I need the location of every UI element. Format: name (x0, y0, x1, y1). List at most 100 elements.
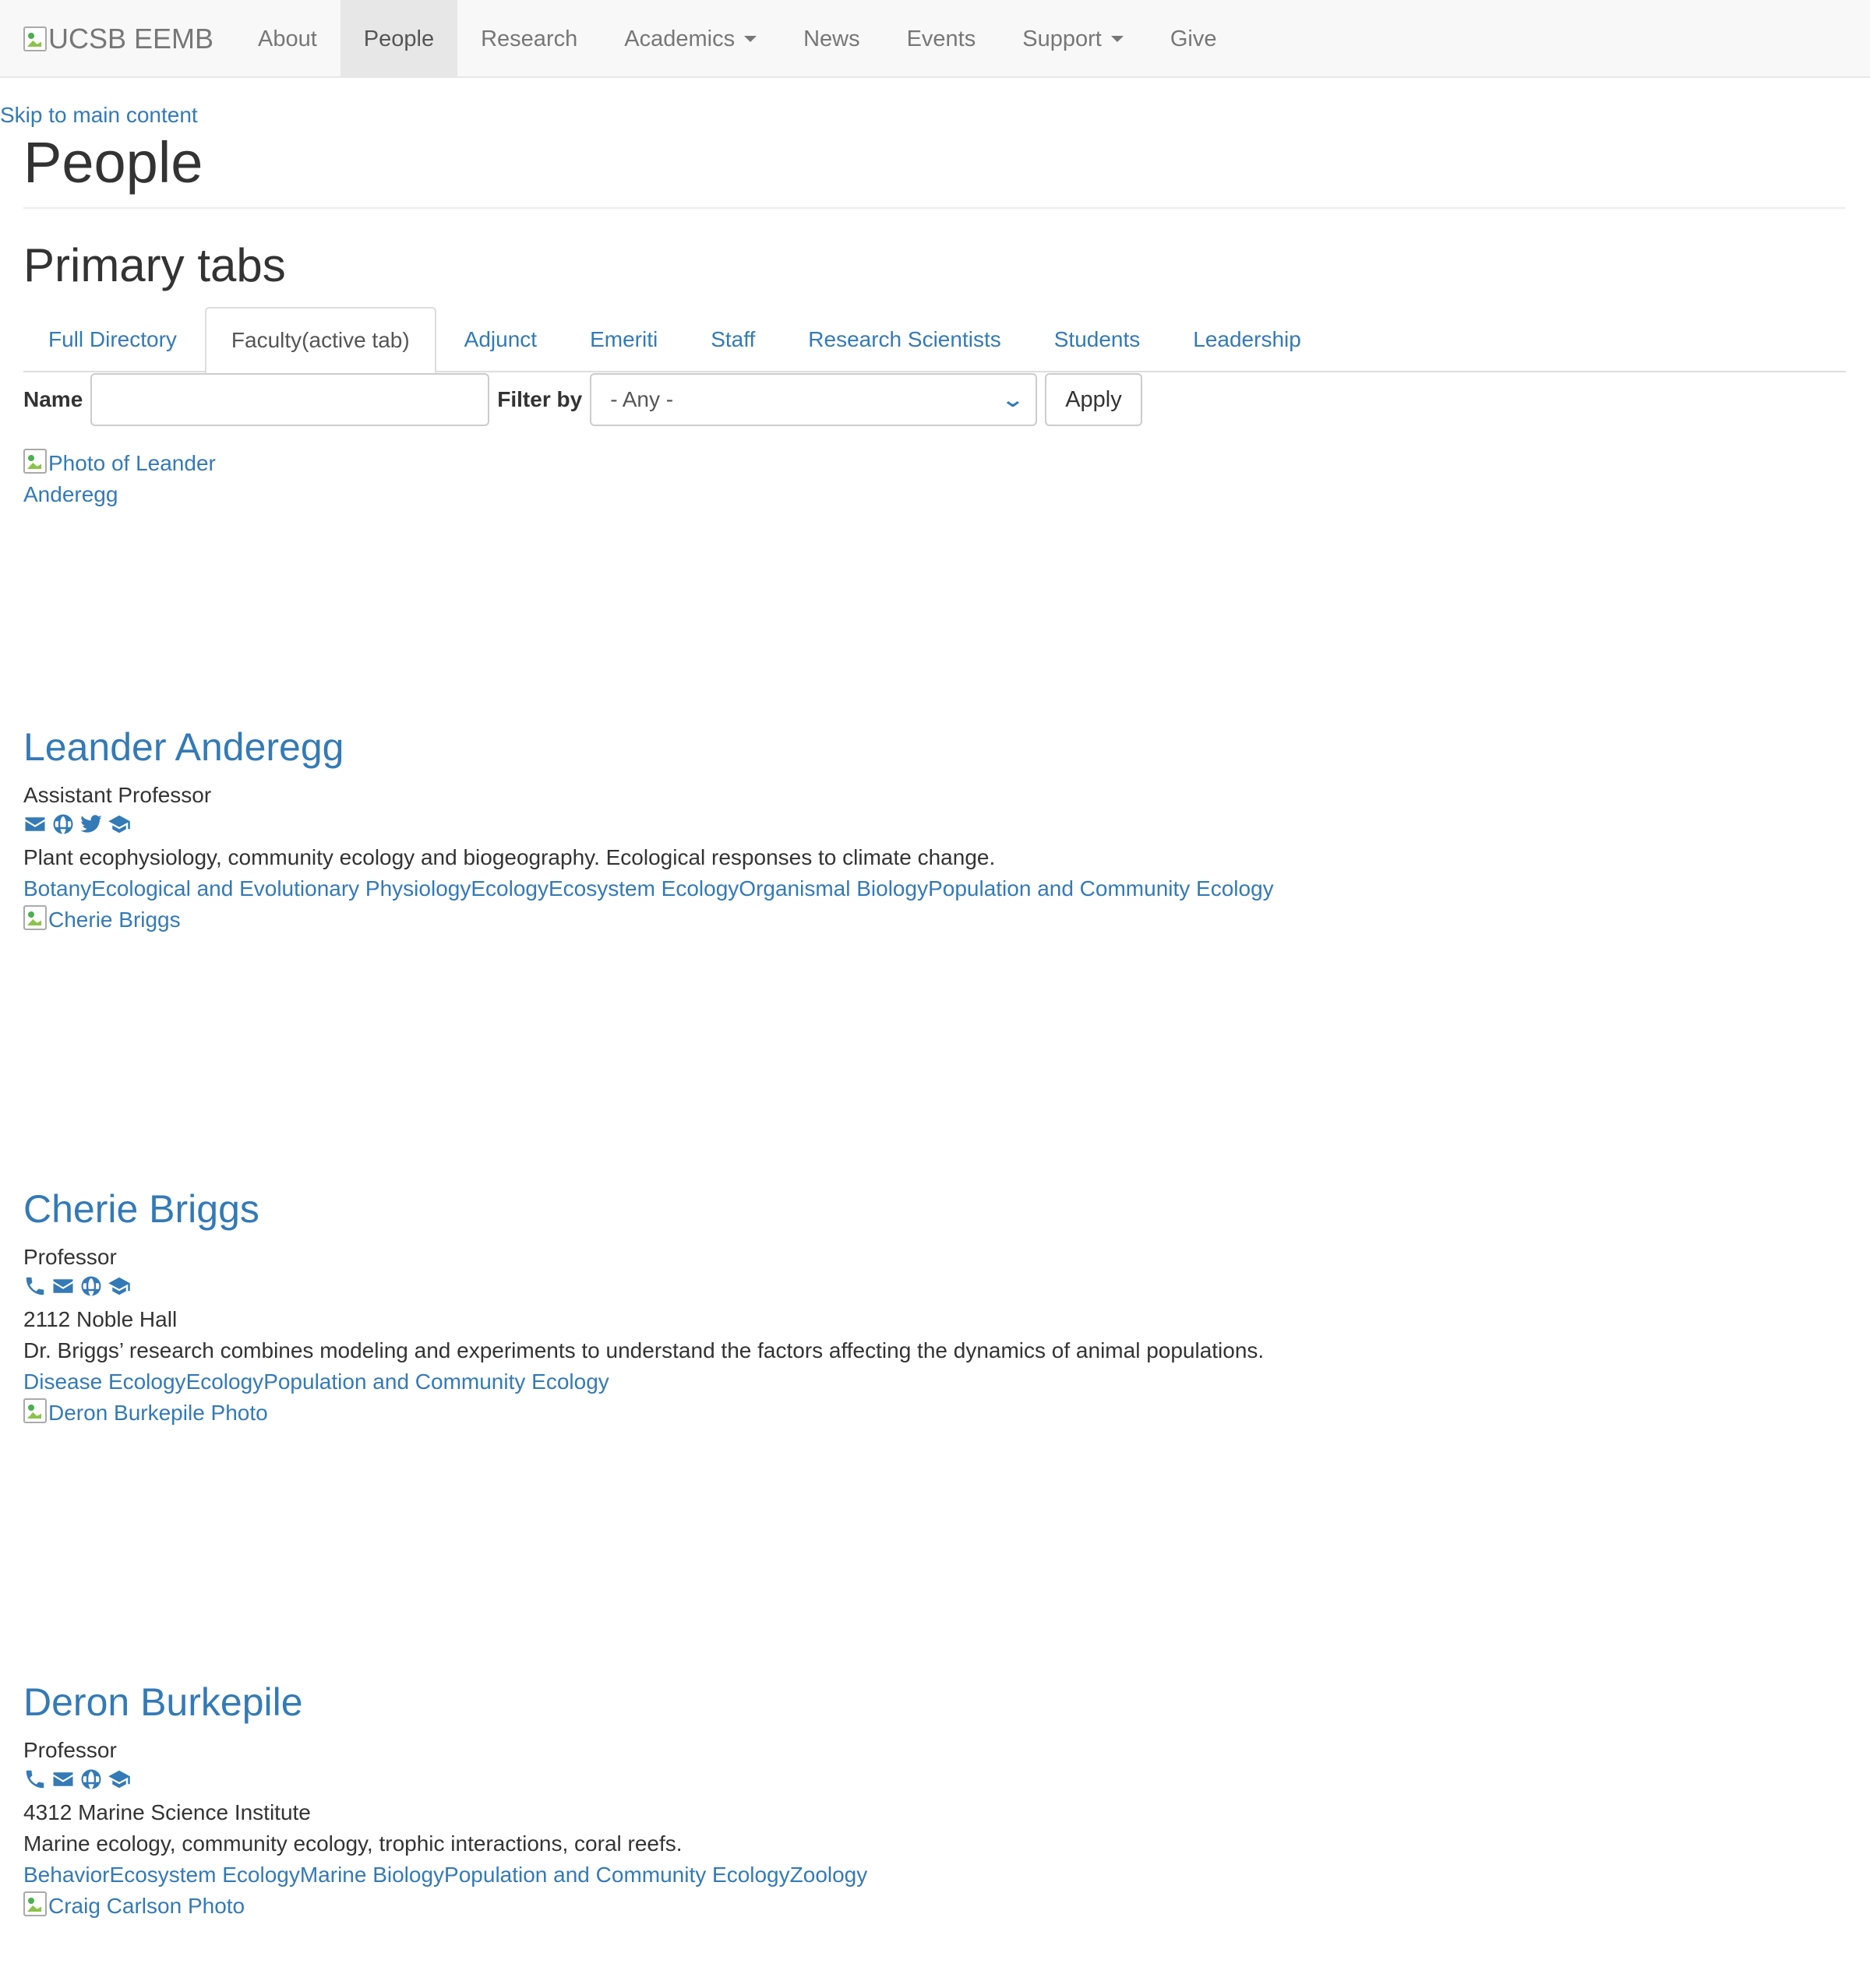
person-name-link[interactable]: Cherie Briggs (23, 1187, 259, 1231)
nav-give[interactable]: Give (1147, 0, 1240, 78)
skip-to-main-link[interactable]: Skip to main content (0, 103, 198, 128)
apply-button[interactable]: Apply (1045, 373, 1142, 426)
broken-image-icon (23, 449, 47, 474)
person-title: Professor (23, 1738, 117, 1762)
tab-adjunct[interactable]: Adjunct (439, 307, 562, 372)
nav-people-label: People (363, 26, 435, 51)
nav-news-label: News (803, 26, 860, 51)
phone-icon[interactable] (23, 1768, 47, 1796)
person-description: Marine ecology, community ecology, troph… (23, 1831, 683, 1856)
research-tag-link[interactable]: Disease Ecology (23, 1369, 186, 1394)
nav-news[interactable]: News (780, 0, 884, 78)
research-tag-link[interactable]: Behavior (23, 1863, 110, 1887)
broken-image-icon (23, 905, 47, 930)
research-tag-link[interactable]: Marine Biology (300, 1863, 444, 1887)
research-tag-link[interactable]: Population and Community Ecology (444, 1863, 790, 1887)
top-navbar: UCSB EEMB About People Research Academic… (0, 0, 1870, 78)
name-label: Name (23, 387, 83, 411)
research-tag-link[interactable]: Organismal Biology (739, 876, 928, 901)
research-tag-link[interactable]: Ecological and Evolutionary Physiology (91, 876, 471, 901)
person-photo-link[interactable]: Deron Burkepile Photo (23, 1398, 1264, 1429)
globe-icon[interactable] (79, 1274, 103, 1303)
brand-logo-alt-text: UCSB EEMB (48, 23, 214, 55)
primary-tabs: Full Directory Faculty(active tab) Adjun… (23, 307, 1846, 374)
person-research-tags: BehaviorEcosystem EcologyMarine BiologyP… (23, 1859, 867, 1891)
person-details: Deron Burkepile Professor 4312 Marine Sc… (23, 1681, 867, 1922)
person-address: 2112 Noble Hall (23, 1307, 178, 1331)
person-research-tags: Disease EcologyEcologyPopulation and Com… (23, 1366, 1264, 1398)
nav-about-label: About (258, 26, 317, 51)
research-tag-link[interactable]: Zoology (790, 1863, 868, 1887)
filter-by-label: Filter by (497, 387, 583, 411)
caret-down-icon (1110, 36, 1124, 42)
person-description: Dr. Briggs’ research combines modeling a… (23, 1338, 1265, 1362)
twitter-icon[interactable] (79, 812, 103, 841)
graduation-cap-icon[interactable] (108, 1274, 131, 1303)
nav-academics-label: Academics (624, 26, 736, 51)
name-search-input[interactable] (90, 373, 490, 426)
graduation-cap-icon[interactable] (108, 812, 131, 841)
tab-full-directory[interactable]: Full Directory (23, 307, 202, 372)
chevron-down-icon: ⌄ (1001, 387, 1025, 411)
person-card: Photo of Leander Anderegg (23, 448, 1582, 510)
nav-people[interactable]: People (340, 0, 458, 78)
person-photo-alt: Photo of Leander Anderegg (23, 451, 216, 506)
globe-icon[interactable] (79, 1768, 103, 1796)
brand-logo-link[interactable]: UCSB EEMB (23, 0, 213, 78)
nav-research-label: Research (481, 26, 578, 51)
filter-form: Name Filter by - Any - ⌄ Apply (23, 372, 1142, 427)
title-divider (23, 207, 1846, 209)
person-details: Cherie Briggs Professor 2112 Noble Hall … (23, 1188, 1264, 1429)
person-contact-icons (23, 1273, 1264, 1304)
person-photo-alt: Deron Burkepile Photo (48, 1401, 268, 1425)
person-name-link[interactable]: Deron Burkepile (23, 1680, 303, 1724)
tab-emeriti[interactable]: Emeriti (565, 307, 683, 372)
phone-icon[interactable] (23, 1274, 47, 1303)
person-address: 4312 Marine Science Institute (23, 1800, 311, 1824)
person-contact-icons (23, 811, 1274, 842)
person-name-link[interactable]: Leander Anderegg (23, 725, 344, 769)
person-name-heading: Cherie Briggs (23, 1188, 1264, 1231)
broken-image-icon (23, 1398, 47, 1423)
page-title: People (23, 130, 203, 195)
person-photo-alt: Craig Carlson Photo (48, 1894, 245, 1918)
primary-tabs-heading: Primary tabs (23, 239, 286, 291)
globe-icon[interactable] (51, 812, 75, 841)
research-tag-link[interactable]: Ecology (186, 1369, 264, 1394)
filter-by-select[interactable]: - Any - ⌄ (590, 373, 1038, 426)
person-photo-link[interactable]: Craig Carlson Photo (23, 1891, 867, 1922)
nav-academics-dropdown[interactable]: Academics (601, 0, 780, 78)
email-icon[interactable] (51, 1274, 75, 1303)
graduation-cap-icon[interactable] (108, 1768, 131, 1796)
nav-support-label: Support (1022, 26, 1102, 51)
nav-events-label: Events (906, 26, 976, 51)
main-nav: About People Research Academics News Eve… (235, 0, 1240, 78)
research-tag-link[interactable]: Population and Community Ecology (263, 1369, 609, 1394)
tab-students[interactable]: Students (1029, 307, 1166, 372)
nav-support-dropdown[interactable]: Support (999, 0, 1147, 78)
research-tag-link[interactable]: Ecosystem Ecology (110, 1863, 300, 1887)
broken-image-icon (23, 1891, 47, 1916)
person-photo-link[interactable]: Cherie Briggs (23, 904, 1274, 936)
tab-leadership[interactable]: Leadership (1168, 307, 1326, 372)
nav-research[interactable]: Research (457, 0, 601, 78)
nav-give-label: Give (1170, 26, 1217, 51)
tab-staff[interactable]: Staff (686, 307, 780, 372)
person-name-heading: Leander Anderegg (23, 726, 1274, 769)
person-photo-link[interactable]: Photo of Leander Anderegg (23, 448, 242, 510)
person-details: Leander Anderegg Assistant Professor Pla… (23, 726, 1274, 936)
email-icon[interactable] (51, 1768, 75, 1796)
person-description: Plant ecophysiology, community ecology a… (23, 845, 996, 869)
person-contact-icons (23, 1766, 867, 1797)
person-photo-alt: Cherie Briggs (48, 908, 181, 932)
tab-research-scientists[interactable]: Research Scientists (783, 307, 1025, 372)
research-tag-link[interactable]: Ecology (471, 876, 549, 901)
tab-faculty[interactable]: Faculty(active tab) (204, 307, 436, 374)
nav-events[interactable]: Events (884, 0, 1000, 78)
nav-about[interactable]: About (235, 0, 340, 78)
research-tag-link[interactable]: Botany (23, 876, 91, 901)
research-tag-link[interactable]: Population and Community Ecology (928, 876, 1274, 901)
email-icon[interactable] (23, 812, 47, 841)
person-research-tags: BotanyEcological and Evolutionary Physio… (23, 873, 1274, 904)
research-tag-link[interactable]: Ecosystem Ecology (549, 876, 739, 901)
